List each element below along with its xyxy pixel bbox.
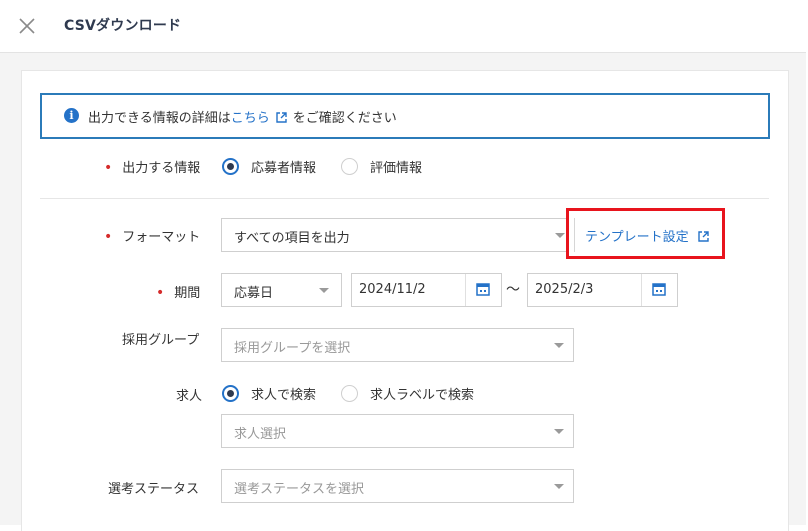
radio-applicant-info[interactable] (222, 158, 239, 175)
info-icon: i (64, 108, 79, 123)
selection-status-label: 選考ステータス (108, 482, 200, 497)
external-link-icon[interactable] (275, 111, 288, 124)
date-range-separator: ～ (506, 282, 520, 298)
info-text: 出力できる情報の詳細はこちら をご確認ください (88, 107, 397, 126)
calendar-button-start[interactable] (465, 274, 501, 306)
recruit-group-placeholder: 採用グループを選択 (234, 341, 351, 356)
output-info-label-text: 出力する情報 (122, 161, 201, 176)
info-text-after: をご確認ください (292, 111, 397, 126)
job-select[interactable]: 求人選択 (221, 414, 574, 448)
period-end-date[interactable]: 2025/2/3 (527, 273, 678, 307)
calendar-button-end[interactable] (641, 274, 677, 306)
dialog-header: CSVダウンロード (0, 0, 806, 53)
period-start-date[interactable]: 2024/11/2 (351, 273, 502, 307)
close-icon[interactable] (17, 16, 37, 36)
info-text-before: 出力できる情報の詳細は (88, 111, 231, 126)
job-select-placeholder: 求人選択 (234, 427, 287, 442)
selection-status-select[interactable]: 選考ステータスを選択 (221, 469, 574, 503)
info-banner: i 出力できる情報の詳細はこちら をご確認ください (40, 93, 770, 139)
chevron-down-icon (319, 288, 329, 293)
section-divider (40, 198, 769, 199)
template-settings-link[interactable]: テンプレート設定 (585, 226, 715, 245)
required-mark: • (104, 160, 113, 176)
recruit-group-select[interactable]: 採用グループを選択 (221, 328, 574, 362)
radio-applicant-info-label: 応募者情報 (251, 161, 317, 176)
chevron-down-icon (554, 343, 564, 348)
period-type-value: 応募日 (234, 286, 274, 301)
period-label-text: 期間 (174, 286, 201, 301)
recruit-group-label: 採用グループ (122, 333, 200, 348)
dialog-title: CSVダウンロード (64, 18, 182, 34)
external-link-icon (697, 231, 709, 242)
required-mark: • (156, 285, 165, 301)
info-link[interactable]: こちら (231, 111, 270, 126)
radio-evaluation-info[interactable] (341, 158, 358, 175)
template-settings-label: テンプレート設定 (585, 230, 689, 245)
format-label: • フォーマット (104, 226, 200, 245)
radio-search-by-job-label-tag-label: 求人ラベルで検索 (370, 388, 475, 403)
chevron-down-icon (554, 429, 564, 434)
calendar-icon (652, 283, 666, 296)
period-type-select[interactable]: 応募日 (221, 273, 342, 307)
format-select[interactable]: すべての項目を出力 (221, 218, 575, 252)
calendar-icon (476, 283, 490, 296)
radio-evaluation-info-label: 評価情報 (370, 161, 423, 176)
period-start-value: 2024/11/2 (359, 282, 426, 297)
period-label: • 期間 (156, 282, 200, 301)
selection-status-placeholder: 選考ステータスを選択 (234, 482, 365, 497)
radio-search-by-job-label: 求人で検索 (251, 388, 317, 403)
output-info-label: • 出力する情報 (104, 157, 200, 176)
chevron-down-icon (555, 233, 565, 238)
period-end-value: 2025/2/3 (535, 282, 594, 297)
template-separator (574, 218, 575, 252)
required-mark: • (104, 229, 113, 245)
format-label-text: フォーマット (122, 230, 201, 245)
format-select-value: すべての項目を出力 (234, 231, 350, 246)
job-label: 求人 (176, 389, 203, 404)
radio-search-by-job-label-tag[interactable] (341, 385, 358, 402)
radio-search-by-job[interactable] (222, 385, 239, 402)
chevron-down-icon (554, 484, 564, 489)
